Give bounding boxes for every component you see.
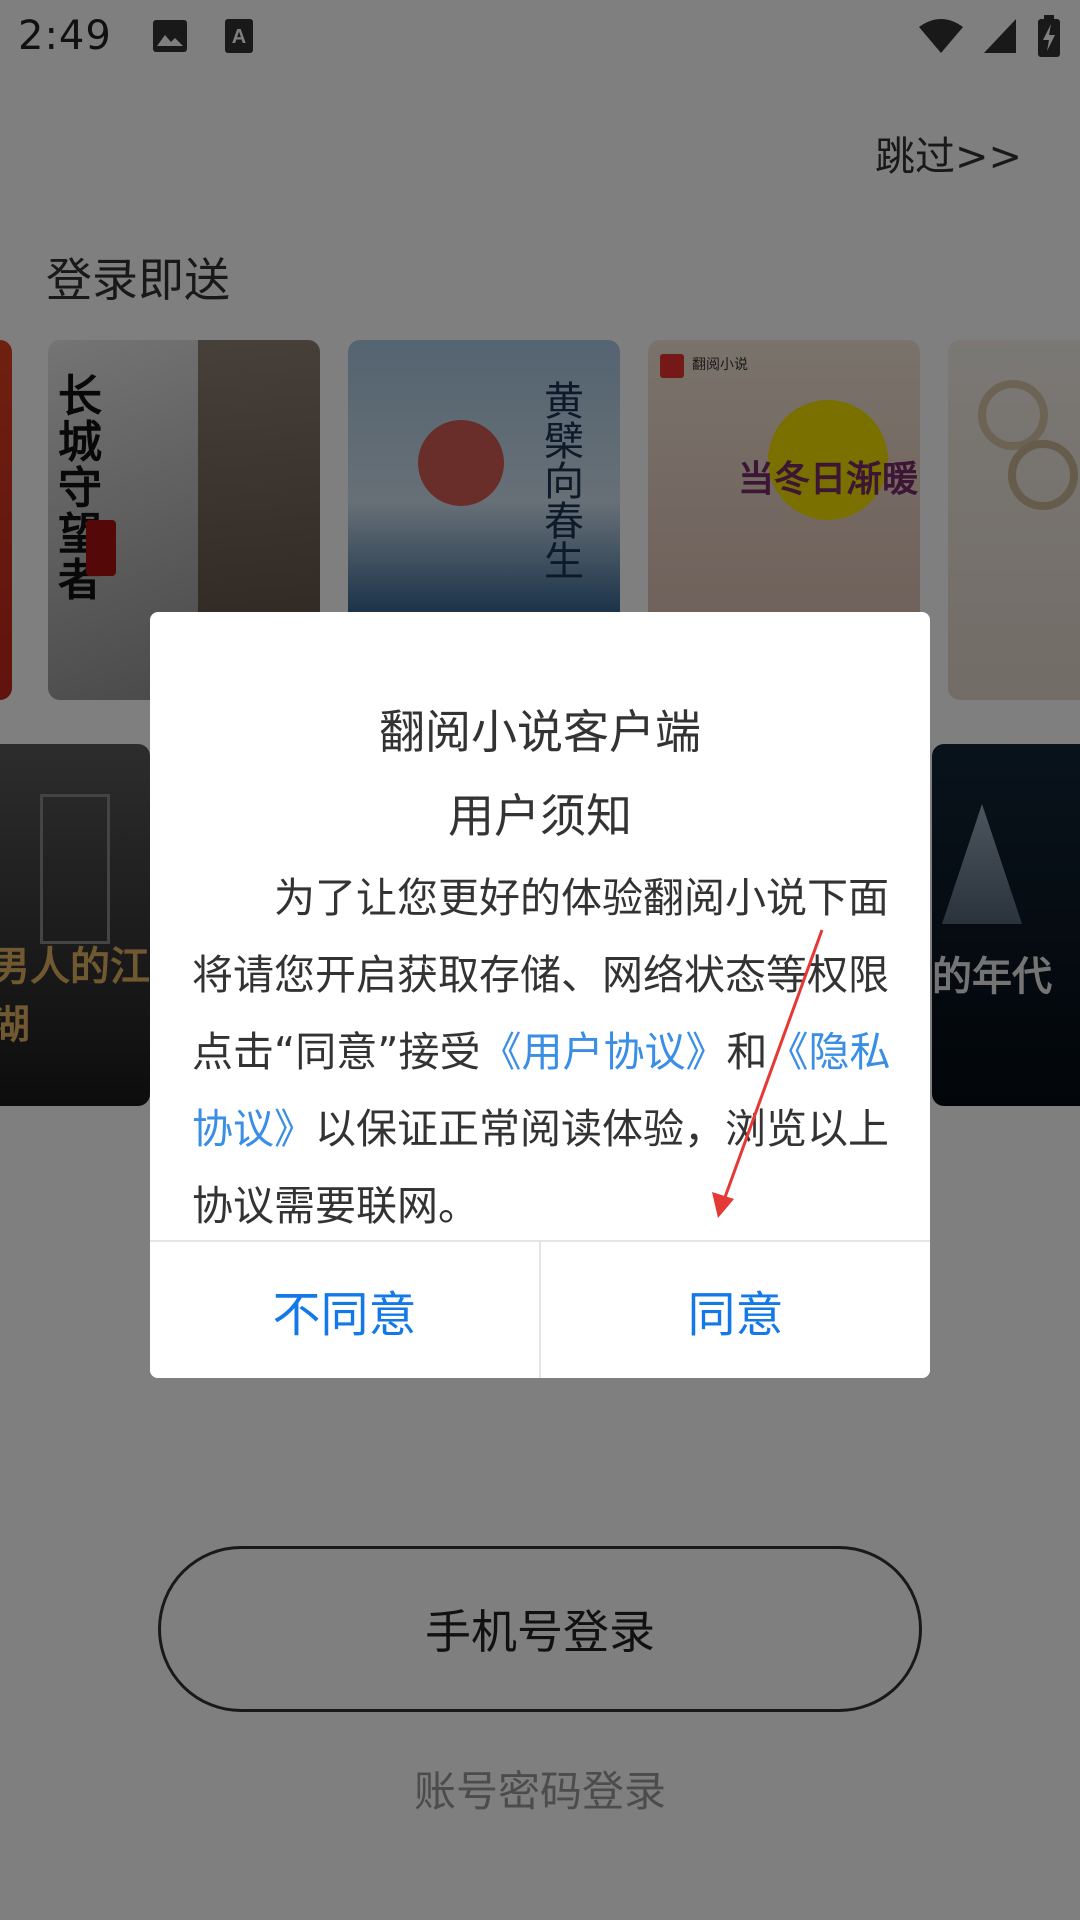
dialog-title: 翻阅小说客户端: [379, 705, 701, 759]
dialog-body: 为了让您更好的体验翻阅小说下面将请您开启获取存储、网络状态等权限点击“同意”接受…: [192, 860, 892, 1245]
dialog-body-and: 和: [726, 1028, 768, 1076]
user-notice-dialog: 翻阅小说客户端 用户须知 为了让您更好的体验翻阅小说下面将请您开启获取存储、网络…: [150, 612, 930, 1378]
disagree-button[interactable]: 不同意: [150, 1242, 539, 1378]
dialog-footer: 不同意 同意: [150, 1240, 930, 1378]
dialog-subtitle: 用户须知: [448, 789, 632, 843]
user-agreement-link[interactable]: 《用户协议》: [480, 1028, 726, 1076]
agree-button[interactable]: 同意: [541, 1242, 930, 1378]
